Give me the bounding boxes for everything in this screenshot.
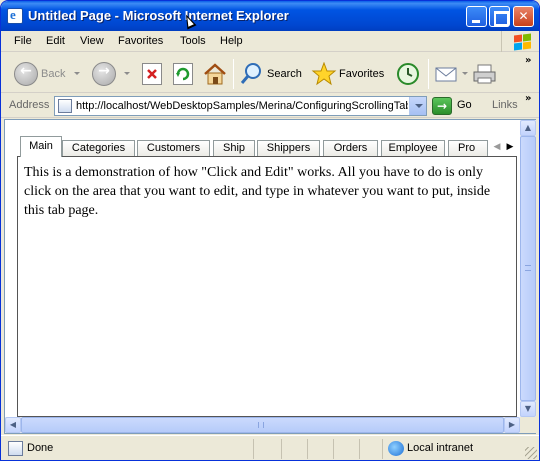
standard-toolbar: ← Back → Search Favorites »: [1, 53, 539, 93]
print-icon[interactable]: [472, 62, 498, 86]
tab-page-text[interactable]: This is a demonstration of how "Click an…: [24, 163, 512, 220]
page-status-icon: [8, 441, 23, 456]
menu-bar: File Edit View Favorites Tools Help: [1, 31, 539, 52]
go-button-label[interactable]: Go: [457, 99, 472, 111]
forward-dropdown-icon[interactable]: [124, 72, 130, 75]
links-button[interactable]: Links: [492, 99, 518, 111]
search-button-label[interactable]: Search: [267, 68, 302, 80]
tab-customers[interactable]: Customers: [137, 140, 210, 156]
back-button-label[interactable]: Back: [41, 68, 65, 80]
tab-shippers[interactable]: Shippers: [257, 140, 320, 156]
mail-dropdown-icon[interactable]: [462, 72, 468, 75]
minimize-button[interactable]: [466, 6, 487, 27]
status-divider: [333, 439, 334, 459]
scroll-up-icon[interactable]: ▲: [520, 120, 536, 136]
scroll-left-icon[interactable]: ◀: [5, 417, 21, 433]
tab-control: Main Categories Customers Ship Shippers …: [17, 134, 517, 417]
links-overflow-icon[interactable]: »: [525, 93, 531, 104]
close-button[interactable]: ✕: [513, 6, 534, 27]
title-bar[interactable]: e Untitled Page - Microsoft Internet Exp…: [1, 1, 539, 31]
resize-grip-icon[interactable]: [525, 447, 537, 459]
back-dropdown-icon[interactable]: [74, 72, 80, 75]
toolbar-separator: [428, 59, 429, 89]
menu-edit[interactable]: Edit: [46, 35, 65, 47]
favorites-button-label[interactable]: Favorites: [339, 68, 384, 80]
home-icon[interactable]: [202, 62, 228, 86]
tab-page-main[interactable]: This is a demonstration of how "Click an…: [17, 156, 517, 417]
window-title: Untitled Page - Microsoft Internet Explo…: [28, 8, 289, 23]
horizontal-scrollbar[interactable]: ◀ ▶: [5, 417, 520, 433]
status-divider: [382, 439, 383, 459]
windows-logo-icon: [501, 31, 539, 52]
address-bar: Address http://localhost/WebDesktopSampl…: [1, 93, 539, 118]
intranet-zone-icon: [388, 441, 404, 456]
toolbar-separator: [233, 59, 234, 89]
scroll-right-icon[interactable]: ▶: [504, 417, 520, 433]
tab-main[interactable]: Main: [20, 136, 62, 157]
vertical-scroll-thumb[interactable]: [520, 136, 536, 401]
toolbar-overflow-icon[interactable]: »: [525, 55, 531, 66]
page-content: Main Categories Customers Ship Shippers …: [4, 119, 536, 434]
menu-help[interactable]: Help: [220, 35, 243, 47]
go-arrow-icon[interactable]: →: [432, 97, 452, 115]
favorites-star-icon[interactable]: [311, 61, 337, 86]
tab-strip: Main Categories Customers Ship Shippers …: [17, 134, 517, 157]
tab-ship[interactable]: Ship: [213, 140, 255, 156]
security-zone-label: Local intranet: [407, 442, 474, 454]
menu-view[interactable]: View: [80, 35, 104, 47]
status-text: Done: [27, 442, 54, 454]
address-label: Address: [9, 99, 50, 111]
page-icon: [58, 99, 72, 113]
menu-favorites[interactable]: Favorites: [118, 35, 163, 47]
search-icon[interactable]: [239, 62, 265, 86]
status-divider: [281, 439, 282, 459]
browser-window: e Untitled Page - Microsoft Internet Exp…: [0, 0, 540, 461]
ie-icon[interactable]: e: [7, 7, 23, 24]
status-bar: Done Local intranet: [1, 435, 539, 460]
tab-scroll-left-icon[interactable]: ◀: [491, 140, 503, 154]
forward-arrow-icon[interactable]: →: [92, 62, 116, 86]
back-arrow-icon[interactable]: ←: [14, 62, 38, 86]
tab-categories[interactable]: Categories: [62, 140, 135, 156]
menu-file[interactable]: File: [14, 35, 32, 47]
stop-icon[interactable]: [142, 63, 162, 85]
history-icon[interactable]: [395, 62, 421, 86]
tab-products-partial[interactable]: Pro: [448, 140, 488, 156]
address-dropdown-icon[interactable]: [409, 97, 426, 115]
address-input[interactable]: http://localhost/WebDesktopSamples/Merin…: [54, 96, 427, 116]
address-url[interactable]: http://localhost/WebDesktopSamples/Merin…: [76, 100, 408, 112]
status-divider: [307, 439, 308, 459]
tab-orders[interactable]: Orders: [323, 140, 378, 156]
tab-scroll-right-icon[interactable]: ▶: [504, 140, 516, 154]
refresh-icon[interactable]: [173, 63, 193, 85]
vertical-scrollbar[interactable]: ▲ ▼: [520, 120, 536, 417]
mail-icon[interactable]: [434, 62, 460, 86]
menu-tools[interactable]: Tools: [180, 35, 206, 47]
status-divider: [359, 439, 360, 459]
scrollbar-corner: [520, 417, 536, 433]
horizontal-scroll-thumb[interactable]: [21, 417, 504, 433]
maximize-button[interactable]: [489, 6, 510, 27]
tab-employee[interactable]: Employee: [381, 140, 445, 156]
scroll-down-icon[interactable]: ▼: [520, 401, 536, 417]
status-divider: [253, 439, 254, 459]
